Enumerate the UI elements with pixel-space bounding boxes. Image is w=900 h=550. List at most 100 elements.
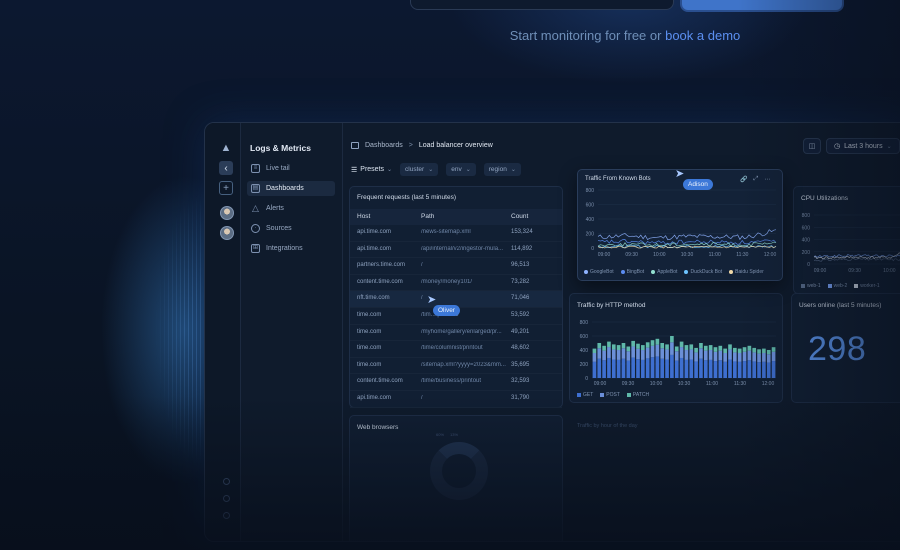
bar: [708, 345, 713, 351]
settings-icon[interactable]: [223, 495, 230, 502]
bar: [747, 345, 752, 351]
bar: [616, 350, 621, 360]
table-row[interactable]: partners.time.com / 96,513: [350, 258, 562, 275]
bar: [607, 347, 611, 358]
email-input[interactable]: [410, 0, 674, 10]
bar: [636, 343, 640, 349]
legend-item: POST: [600, 392, 620, 398]
x-tick-label: 09:00: [594, 381, 607, 387]
legend-item: worker-1: [854, 283, 880, 289]
cell-path: /api/internal/v2/ingestor-mula...: [421, 245, 504, 252]
sidebar-item-live-tail[interactable]: ≡ Live tail: [247, 161, 335, 176]
link-icon[interactable]: 🔗: [740, 176, 747, 183]
more-icon[interactable]: ⋯: [764, 176, 770, 183]
legend-item: PATCH: [626, 392, 649, 398]
add-icon[interactable]: +: [219, 181, 233, 195]
filter-chip-env[interactable]: env ⌄: [446, 163, 476, 176]
panel-title: Traffic by HTTP method: [577, 302, 646, 309]
bar: [602, 345, 606, 351]
bar: [699, 348, 703, 359]
panel-toggle-button[interactable]: ◫: [803, 138, 821, 154]
bar: [592, 361, 597, 378]
bar: [766, 354, 771, 363]
cpu-utilization-panel: CPU Utilizations 0 200 400 600 800 09:00 09:30…: [793, 186, 900, 294]
cell-host: content.time.com: [357, 378, 403, 385]
bar: [679, 357, 684, 378]
x-tick-label: 11:00: [706, 381, 718, 387]
table-row[interactable]: content.time.com/money/money101/73,282: [350, 275, 562, 292]
table-row[interactable]: api.time.com/api/internal/v2/ingestor-mu…: [350, 242, 562, 259]
bar: [679, 341, 684, 348]
sidebar-item-dashboards[interactable]: ▤ Dashboards: [247, 181, 335, 196]
chevron-down-icon: ⌄: [428, 167, 434, 173]
legend-item: web-2: [827, 283, 847, 289]
logs-app-icon[interactable]: ‹: [219, 161, 233, 175]
live-tail-icon: ≡: [251, 164, 260, 173]
bar: [742, 347, 747, 352]
bar: [636, 348, 640, 360]
user-icon[interactable]: [223, 512, 230, 519]
chevron-down-icon: ⌄: [510, 167, 516, 173]
table-row[interactable]: api.time.com/news-sitemap.xml 153,324: [350, 225, 562, 242]
column-header-count[interactable]: Count: [511, 213, 528, 220]
sidebar-item-integrations[interactable]: ⊞ Integrations: [247, 241, 335, 256]
bar: [728, 359, 732, 378]
background-stripes: [120, 150, 215, 510]
x-tick-label: 09:30: [622, 381, 635, 387]
legend-item: AppleBot: [651, 269, 677, 275]
bar: [733, 352, 737, 362]
chart-legend: GET POST PATCH: [577, 392, 649, 398]
legend-swatch: [651, 269, 656, 274]
bar: [752, 352, 757, 362]
collaborator-tag: Oliver: [433, 305, 460, 316]
bar: [621, 348, 626, 359]
avatar[interactable]: [220, 206, 234, 220]
bar: [621, 358, 626, 378]
column-header-path[interactable]: Path: [421, 213, 434, 220]
sidebar-item-alerts[interactable]: △ Alerts: [247, 201, 335, 216]
y-tick-label: 400: [802, 238, 811, 244]
bar: [713, 347, 718, 352]
cell-host: api.time.com: [357, 229, 392, 235]
y-tick-label: 200: [586, 232, 595, 238]
panel-toolbar: 🔗 ⤢ ⋯: [740, 176, 770, 183]
series-line: [597, 229, 777, 241]
table-row[interactable]: content.time.com/time/business/printout 3…: [350, 374, 562, 391]
bar: [771, 347, 776, 352]
column-header-host[interactable]: Host: [357, 213, 370, 220]
table-row[interactable]: api.time.com / 31,790: [350, 391, 562, 408]
legend-label: BingBot: [626, 269, 645, 275]
chevron-down-icon: ⌄: [465, 167, 471, 173]
filter-chip-region[interactable]: region ⌄: [483, 163, 521, 176]
signup-button[interactable]: [680, 0, 844, 12]
breadcrumb-parent[interactable]: Dashboards: [365, 142, 403, 149]
filter-chip-cluster[interactable]: cluster ⌄: [400, 163, 439, 176]
sidebar-item-sources[interactable]: · Sources: [247, 221, 335, 236]
expand-icon[interactable]: ⤢: [753, 176, 758, 183]
bar: [641, 350, 645, 360]
sidebar: Logs & Metrics ≡ Live tail ▤ Dashboards …: [241, 123, 343, 541]
cell-count: 48,602: [511, 345, 530, 352]
avatar[interactable]: [220, 226, 234, 240]
y-tick-label: 400: [586, 217, 595, 223]
time-range-picker[interactable]: ◷ Last 3 hours ⌄: [826, 138, 900, 154]
legend-label: Baidu Spider: [735, 269, 764, 275]
table-row[interactable]: time.com/time/columnist/printout 48,602: [350, 341, 562, 358]
bar: [737, 361, 742, 378]
x-tick-label: 10:00: [650, 381, 663, 387]
book-demo-link[interactable]: book a demo: [665, 28, 740, 43]
presets-dropdown[interactable]: ☰ Presets ⌄: [351, 166, 392, 174]
bar: [626, 360, 631, 378]
layers-icon: ☰: [351, 166, 358, 174]
integrations-icon: ⊞: [251, 244, 260, 253]
cell-count: 35,695: [511, 361, 530, 368]
cell-count: 32,593: [511, 378, 530, 385]
bar: [626, 351, 631, 361]
table-row[interactable]: time.com/myhome/gallery/enlarged/pr... 49…: [350, 325, 562, 342]
chip-label: region: [488, 166, 507, 173]
table-row[interactable]: time.com/sitemap.xml?yyyy=2023&mm... 35,6…: [350, 358, 562, 375]
legend-label: POST: [606, 392, 620, 398]
bar: [650, 357, 655, 378]
bar: [670, 342, 674, 355]
help-icon[interactable]: [223, 478, 230, 485]
